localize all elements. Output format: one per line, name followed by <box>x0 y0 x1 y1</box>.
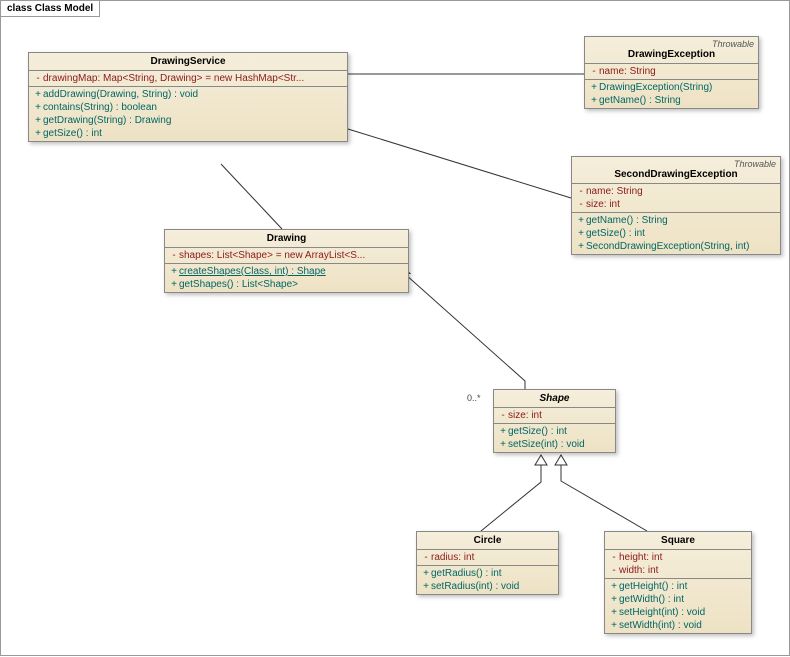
operation: +contains(String) : boolean <box>29 101 347 114</box>
operation: +setRadius(int) : void <box>417 580 558 593</box>
operation: +setHeight(int) : void <box>605 606 751 619</box>
operation: +getRadius() : int <box>417 567 558 580</box>
attribute: -width: int <box>605 564 751 577</box>
attribute: -radius: int <box>417 551 558 564</box>
class-name: Square <box>605 532 751 550</box>
operation: +getSize() : int <box>572 227 780 240</box>
class-seconddrawingexception[interactable]: SecondDrawingException Throwable -name: … <box>571 156 781 255</box>
class-drawingservice[interactable]: DrawingService -drawingMap: Map<String, … <box>28 52 348 142</box>
class-drawingexception[interactable]: DrawingException Throwable -name: String… <box>584 36 759 109</box>
operation: +setSize(int) : void <box>494 438 615 451</box>
class-name: Circle <box>417 532 558 550</box>
operation: +addDrawing(Drawing, String) : void <box>29 88 347 101</box>
operation: +DrawingException(String) <box>585 81 758 94</box>
operation: +getHeight() : int <box>605 580 751 593</box>
operation: +getName() : String <box>585 94 758 107</box>
class-circle[interactable]: Circle -radius: int +getRadius() : int +… <box>416 531 559 595</box>
operation: +setWidth(int) : void <box>605 619 751 632</box>
operation: +getDrawing(String) : Drawing <box>29 114 347 127</box>
attribute: -size: int <box>572 198 780 211</box>
stereotype: Throwable <box>712 39 754 49</box>
operation: +getSize() : int <box>29 127 347 140</box>
attribute: -drawingMap: Map<String, Drawing> = new … <box>29 72 347 85</box>
operation: +createShapes(Class, int) : Shape <box>165 265 408 278</box>
operation: +SecondDrawingException(String, int) <box>572 240 780 253</box>
stereotype: Throwable <box>734 159 776 169</box>
attribute: -height: int <box>605 551 751 564</box>
class-name: Shape <box>494 390 615 408</box>
class-square[interactable]: Square -height: int -width: int +getHeig… <box>604 531 752 634</box>
operation: +getName() : String <box>572 214 780 227</box>
attribute: -size: int <box>494 409 615 422</box>
operation: +getWidth() : int <box>605 593 751 606</box>
diagram-canvas: class Class Model 0..* DrawingService -d… <box>0 0 790 656</box>
diagram-title: class Class Model <box>1 1 100 17</box>
class-drawing[interactable]: Drawing -shapes: List<Shape> = new Array… <box>164 229 409 293</box>
class-shape[interactable]: Shape -size: int +getSize() : int +setSi… <box>493 389 616 453</box>
attribute: -name: String <box>585 65 758 78</box>
class-name: DrawingService <box>29 53 347 71</box>
attribute: -shapes: List<Shape> = new ArrayList<S..… <box>165 249 408 262</box>
operation: +getSize() : int <box>494 425 615 438</box>
class-name: Drawing <box>165 230 408 248</box>
operation: +getShapes() : List<Shape> <box>165 278 408 291</box>
multiplicity-label: 0..* <box>467 393 481 403</box>
attribute: -name: String <box>572 185 780 198</box>
